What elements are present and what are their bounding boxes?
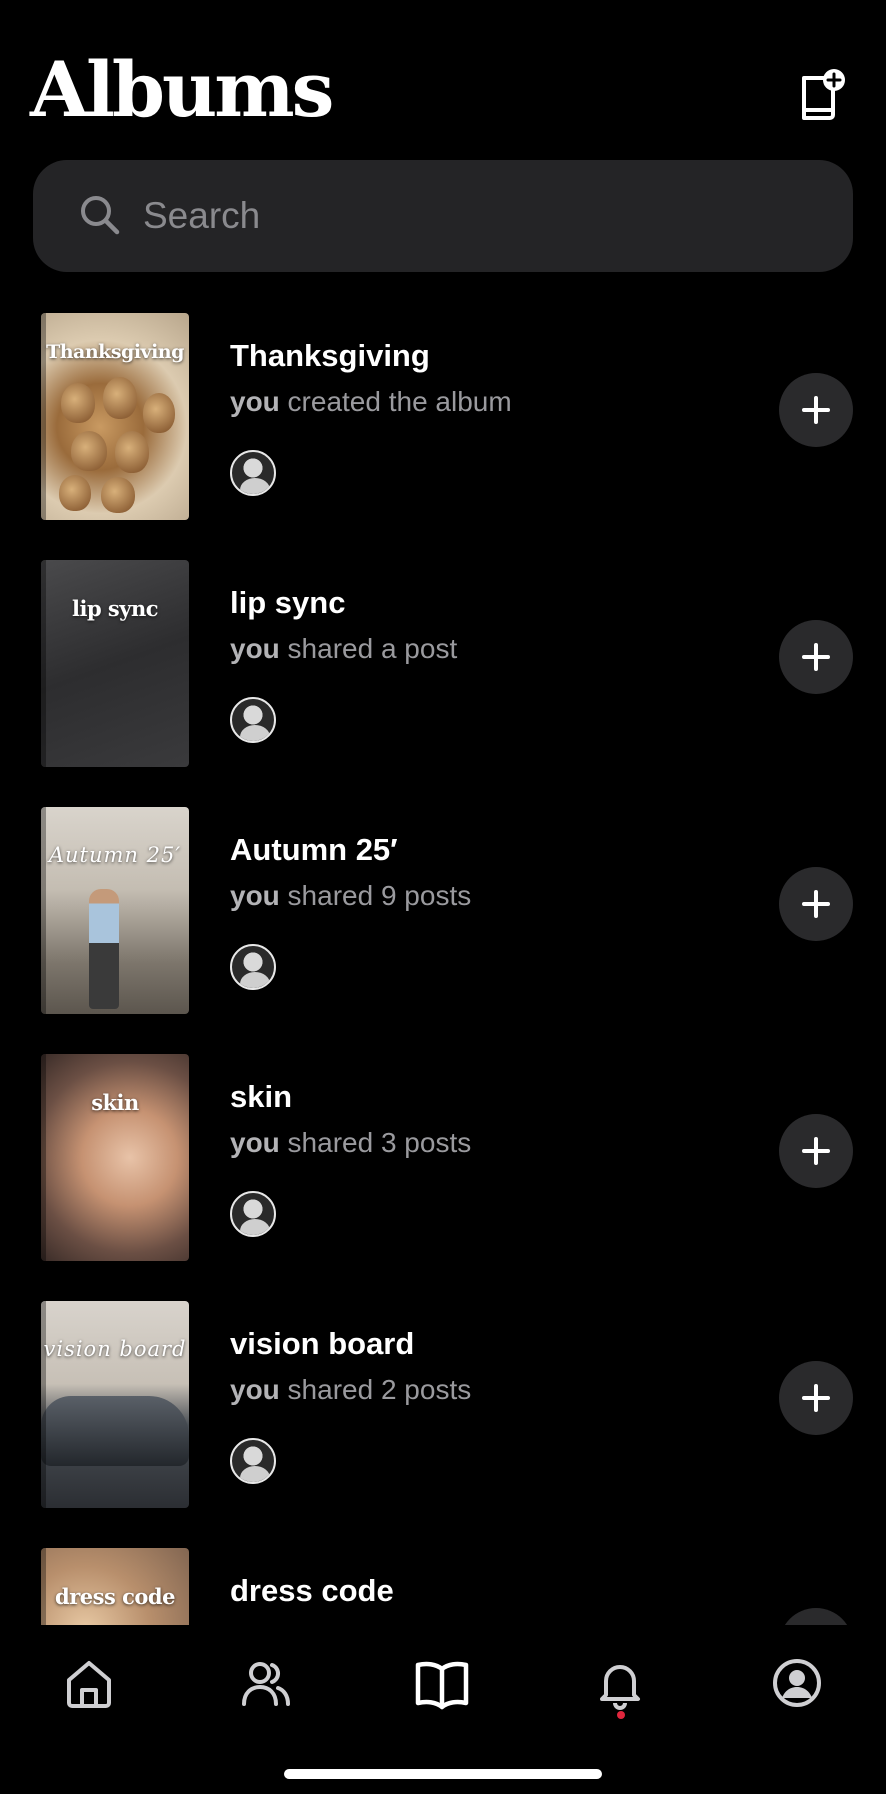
avatar	[230, 450, 276, 496]
album-activity: you shared 3 posts	[230, 1127, 472, 1158]
tab-home[interactable]	[61, 1655, 117, 1711]
add-to-album-button[interactable]	[779, 620, 853, 694]
notification-badge	[617, 1711, 625, 1719]
bell-icon	[600, 1665, 640, 1710]
add-to-album-button[interactable]	[779, 373, 853, 447]
album-row-thanksgiving[interactable]: Thanksgiving Thanksgiving you created th…	[0, 310, 886, 520]
avatar	[230, 1438, 276, 1484]
album-list: Thanksgiving Thanksgiving you created th…	[0, 310, 886, 1625]
album-name: skin	[230, 1079, 293, 1114]
album-cover: Autumn 25′	[41, 807, 189, 1014]
tab-friends[interactable]	[238, 1655, 294, 1711]
plus-icon	[802, 1384, 830, 1412]
album-cover-title: vision board	[43, 1337, 187, 1361]
album-row-skin[interactable]: skin skin you shared 3 posts	[0, 1051, 886, 1261]
book-icon	[415, 1661, 469, 1710]
album-activity: you shared a post	[230, 633, 458, 664]
plus-icon	[802, 890, 830, 918]
album-row-dress-code[interactable]: dress code dress code	[0, 1545, 886, 1625]
album-activity: you created the album	[230, 386, 512, 417]
people-icon	[242, 1662, 290, 1706]
page-title: Albums	[30, 45, 334, 134]
album-cover-title: Thanksgiving	[46, 341, 184, 363]
add-to-album-button[interactable]	[779, 1361, 853, 1435]
avatar	[230, 697, 276, 743]
album-row-autumn-25[interactable]: Autumn 25′ Autumn 25′ you shared 9 posts	[0, 804, 886, 1014]
album-name: dress code	[230, 1573, 394, 1608]
avatar	[230, 1191, 276, 1237]
album-name: lip sync	[230, 585, 346, 620]
album-cover-title: dress code	[55, 1584, 175, 1609]
search-bar[interactable]	[33, 160, 853, 272]
album-cover: Thanksgiving	[41, 313, 189, 520]
home-indicator	[284, 1769, 602, 1779]
album-cover: lip sync	[41, 560, 189, 767]
album-cover-title: Autumn 25′	[48, 843, 182, 867]
album-name: Autumn 25′	[230, 832, 398, 867]
album-cover: dress code	[41, 1548, 189, 1625]
plus-icon	[802, 643, 830, 671]
tab-notifications[interactable]	[592, 1655, 648, 1711]
album-name: vision board	[230, 1326, 415, 1361]
album-name: Thanksgiving	[230, 338, 430, 373]
header: Albums	[0, 0, 886, 150]
album-activity: you shared 9 posts	[230, 880, 472, 911]
profile-icon	[773, 1659, 821, 1707]
search-input[interactable]	[143, 182, 823, 250]
album-activity: you shared 2 posts	[230, 1374, 472, 1405]
plus-icon	[802, 1137, 830, 1165]
add-to-album-button[interactable]	[779, 867, 853, 941]
new-album-button[interactable]	[796, 66, 846, 122]
album-cover: skin	[41, 1054, 189, 1261]
search-icon	[81, 196, 120, 235]
album-add-icon	[802, 69, 845, 120]
add-to-album-button[interactable]	[779, 1608, 853, 1625]
album-cover-title: lip sync	[71, 596, 159, 621]
album-row-lip-sync[interactable]: lip sync lip sync you shared a post	[0, 557, 886, 767]
album-cover: vision board	[41, 1301, 189, 1508]
tab-albums[interactable]	[414, 1655, 470, 1711]
album-row-vision-board[interactable]: vision board vision board you shared 2 p…	[0, 1298, 886, 1508]
tab-profile[interactable]	[769, 1655, 825, 1711]
tab-bar	[0, 1625, 886, 1794]
plus-icon	[802, 396, 830, 424]
album-cover-title: skin	[91, 1090, 139, 1115]
home-icon	[67, 1661, 111, 1708]
add-to-album-button[interactable]	[779, 1114, 853, 1188]
avatar	[230, 944, 276, 990]
